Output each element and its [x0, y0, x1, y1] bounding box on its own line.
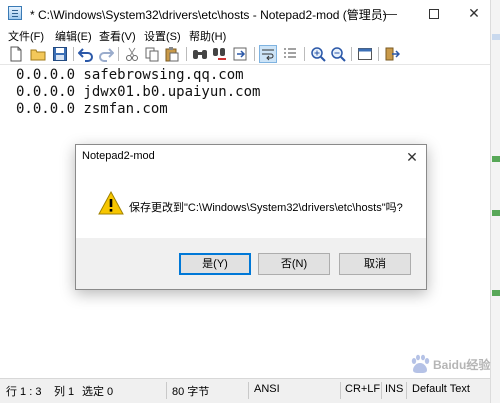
- toolbar-separator: [254, 47, 255, 61]
- menu-help[interactable]: 帮助(H): [189, 28, 226, 44]
- zoom-in-icon[interactable]: [310, 46, 326, 62]
- dialog-close-button[interactable]: ✕: [402, 148, 422, 166]
- status-separator: [406, 382, 407, 399]
- background-window-edge: [490, 0, 500, 403]
- background-decoration: [492, 34, 500, 40]
- replace-icon[interactable]: [212, 46, 228, 62]
- close-window-button[interactable]: ✕: [458, 0, 490, 26]
- status-line-ending[interactable]: CR+LF: [345, 383, 380, 395]
- status-size: 80 字节: [172, 386, 210, 398]
- toolbar: [0, 44, 490, 64]
- status-bar: 行 1 : 3 列 1 选定 0 80 字节 ANSI CR+LF INS De…: [0, 378, 490, 403]
- line-numbers-icon[interactable]: [282, 46, 298, 62]
- find-icon[interactable]: [192, 46, 208, 62]
- editor-line: 0.0.0.0 jdwx01.b0.upaiyun.com: [16, 84, 261, 100]
- watermark-text: Baidu经验: [433, 358, 491, 372]
- open-folder-icon[interactable]: [30, 46, 46, 62]
- status-separator: [381, 382, 382, 399]
- notepad-app-icon[interactable]: [8, 6, 22, 20]
- warning-icon: [98, 191, 124, 215]
- toolbar-separator: [351, 47, 352, 61]
- status-encoding[interactable]: ANSI: [254, 383, 280, 395]
- status-selection: 选定 0: [82, 386, 114, 398]
- editor-line: 0.0.0.0 safebrowsing.qq.com: [16, 67, 244, 83]
- maximize-button[interactable]: [414, 0, 454, 26]
- dialog-footer: 是(Y) 否(N) 取消: [76, 238, 426, 289]
- status-scheme[interactable]: Default Text: [412, 383, 470, 395]
- toolbar-separator: [73, 47, 74, 61]
- save-icon[interactable]: [52, 46, 68, 62]
- redo-icon[interactable]: [98, 46, 114, 62]
- yes-button[interactable]: 是(Y): [179, 253, 251, 275]
- cancel-button[interactable]: 取消: [339, 253, 411, 275]
- no-button[interactable]: 否(N): [258, 253, 330, 275]
- baidu-paw-icon: [411, 354, 430, 373]
- window-title: * C:\Windows\System32\drivers\etc\hosts …: [30, 8, 387, 22]
- dialog-body: 保存更改到"C:\Windows\System32\drivers\etc\ho…: [76, 169, 426, 238]
- dialog-title: Notepad2-mod: [82, 150, 155, 162]
- exit-icon[interactable]: [384, 46, 400, 62]
- scheme-icon[interactable]: [357, 46, 373, 62]
- baidu-watermark: Baidu经验: [395, 352, 490, 376]
- menu-file[interactable]: 文件(F): [8, 28, 44, 44]
- cut-icon[interactable]: [124, 46, 140, 62]
- close-icon: ✕: [406, 149, 418, 165]
- maximize-icon: [429, 9, 439, 20]
- copy-icon[interactable]: [144, 46, 160, 62]
- status-separator: [340, 382, 341, 399]
- toolbar-separator: [186, 47, 187, 61]
- background-decoration: [492, 156, 500, 162]
- save-confirm-dialog: Notepad2-mod ✕ 保存更改到"C:\Windows\System32…: [75, 144, 427, 290]
- status-column: 列 1: [54, 386, 75, 398]
- background-decoration: [492, 290, 500, 296]
- toolbar-separator: [378, 47, 379, 61]
- word-wrap-icon[interactable]: [259, 45, 277, 63]
- menu-view[interactable]: 查看(V): [99, 28, 136, 44]
- status-separator: [248, 382, 249, 399]
- paste-icon[interactable]: [164, 46, 180, 62]
- dialog-title-bar[interactable]: Notepad2-mod ✕: [76, 145, 426, 169]
- title-bar[interactable]: * C:\Windows\System32\drivers\etc\hosts …: [0, 0, 490, 26]
- menu-bar: 文件(F) 编辑(E) 查看(V) 设置(S) 帮助(H): [0, 26, 490, 44]
- undo-icon[interactable]: [78, 46, 94, 62]
- zoom-out-icon[interactable]: [330, 46, 346, 62]
- status-insert-mode: INS: [385, 383, 404, 395]
- new-file-icon[interactable]: [8, 46, 24, 62]
- close-icon: ✕: [468, 5, 480, 21]
- status-separator: [166, 382, 167, 399]
- menu-settings[interactable]: 设置(S): [144, 28, 181, 44]
- toolbar-separator: [118, 47, 119, 61]
- minimize-button[interactable]: —: [370, 0, 410, 26]
- goto-icon[interactable]: [232, 46, 248, 62]
- status-position: 行 1 : 3: [6, 386, 42, 398]
- editor-line: 0.0.0.0 zsmfan.com: [16, 101, 168, 117]
- menu-edit[interactable]: 编辑(E): [55, 28, 92, 44]
- toolbar-separator: [304, 47, 305, 61]
- minimize-icon: —: [383, 5, 397, 21]
- dialog-message: 保存更改到"C:\Windows\System32\drivers\etc\ho…: [129, 202, 403, 214]
- background-decoration: [492, 210, 500, 216]
